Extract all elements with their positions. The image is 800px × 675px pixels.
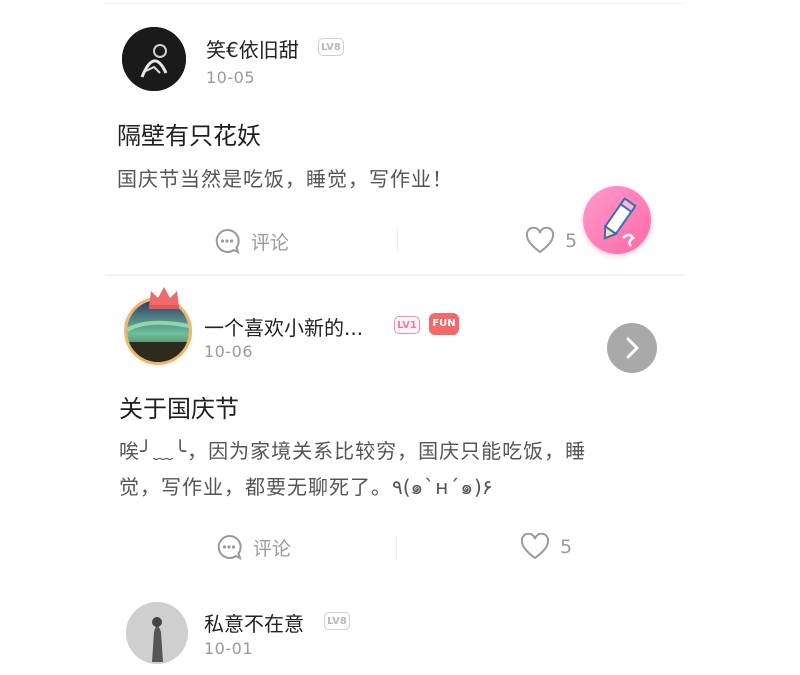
next-button[interactable] [607, 323, 657, 373]
like-count: 5 [565, 230, 578, 252]
comment-bubble-icon [217, 535, 242, 560]
post-body-line[interactable]: 觉，写作业，都要无聊死了。٩(๑`н´๑)۶ [119, 468, 493, 506]
comment-button[interactable]: 评论 [213, 227, 289, 255]
username[interactable]: 私意不在意 [204, 608, 304, 637]
like-button[interactable]: 5 [525, 227, 577, 255]
action-separator [396, 536, 397, 560]
pencil-icon [603, 197, 637, 247]
avatar-image [126, 602, 188, 664]
post-title[interactable]: 关于国庆节 [119, 389, 239, 424]
like-button[interactable]: 5 [520, 533, 572, 561]
like-count: 5 [560, 536, 573, 558]
level-badge: LV1 [394, 316, 420, 334]
post-body[interactable]: 国庆节当然是吃饭，睡觉，写作业！ [117, 160, 453, 198]
heart-icon [525, 227, 555, 254]
write-post-button[interactable] [583, 186, 651, 254]
avatar[interactable] [126, 602, 188, 664]
heart-icon [520, 533, 550, 560]
post-divider [105, 274, 685, 276]
avatar[interactable] [122, 27, 186, 91]
post-body-line[interactable]: 唉╯﹏╰，因为家境关系比较穷，国庆只能吃饭，睡 [119, 432, 586, 470]
post-date: 10-06 [204, 342, 253, 361]
post-date: 10-05 [206, 68, 255, 87]
post-date: 10-01 [204, 639, 253, 658]
level-badge: LV8 [324, 612, 350, 630]
username[interactable]: 一个喜欢小新的... [204, 312, 363, 341]
fun-badge: FUN [429, 313, 459, 335]
chevron-right-icon [626, 337, 639, 359]
comment-button[interactable]: 评论 [215, 533, 291, 561]
action-separator [397, 229, 398, 253]
level-badge: LV8 [318, 38, 344, 56]
comment-label: 评论 [251, 231, 290, 254]
post-title[interactable]: 隔壁有只花妖 [117, 116, 261, 151]
comment-label: 评论 [253, 537, 292, 560]
comment-bubble-icon [215, 229, 240, 254]
avatar-image [122, 27, 186, 91]
crown-icon [149, 287, 179, 309]
username[interactable]: 笑€依旧甜 [206, 34, 299, 63]
top-divider [105, 3, 685, 4]
